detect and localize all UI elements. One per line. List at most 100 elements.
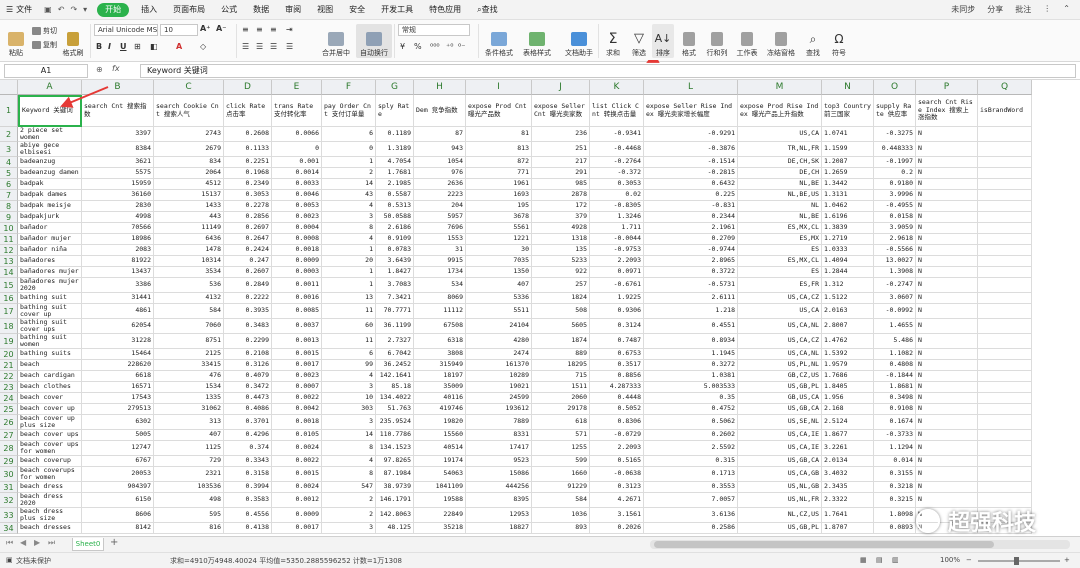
table-cell[interactable]: 8069 bbox=[414, 293, 466, 304]
table-cell[interactable]: 4928 bbox=[532, 223, 590, 234]
table-cell[interactable] bbox=[978, 319, 1032, 334]
table-cell[interactable]: 15137 bbox=[154, 190, 224, 201]
table-cell[interactable]: 0.3215 bbox=[874, 493, 916, 508]
table-cell[interactable]: 3.6439 bbox=[376, 256, 414, 267]
table-cell[interactable] bbox=[978, 179, 1032, 190]
table-cell[interactable]: 35218 bbox=[414, 523, 466, 534]
table-cell[interactable]: N bbox=[916, 360, 978, 371]
table-cell[interactable]: 547 bbox=[322, 482, 376, 493]
table-cell[interactable]: 0.2349 bbox=[224, 179, 272, 190]
table-cell[interactable]: 48.125 bbox=[376, 523, 414, 534]
table-cell[interactable]: 2064 bbox=[154, 168, 224, 179]
column-header[interactable]: I bbox=[466, 80, 532, 95]
table-cell[interactable] bbox=[978, 127, 1032, 142]
table-cell[interactable] bbox=[978, 304, 1032, 319]
table-cell[interactable]: -0.4468 bbox=[590, 142, 644, 157]
table-cell[interactable] bbox=[978, 415, 1032, 430]
column-header[interactable]: A bbox=[18, 80, 82, 95]
table-cell[interactable]: 1734 bbox=[414, 267, 466, 278]
table-cell[interactable]: US,CA,NL bbox=[738, 349, 822, 360]
header-cell[interactable]: Dem 竞争指数 bbox=[414, 95, 466, 127]
comment-button[interactable]: 批注 bbox=[1015, 4, 1031, 15]
table-cell[interactable]: 62054 bbox=[82, 319, 154, 334]
table-cell[interactable]: 228620 bbox=[82, 360, 154, 371]
table-cell[interactable]: N bbox=[916, 304, 978, 319]
table-cell[interactable]: 0.3701 bbox=[224, 415, 272, 430]
table-cell[interactable]: 6767 bbox=[82, 456, 154, 467]
sort-button[interactable]: A↓ 排序 bbox=[652, 24, 674, 58]
table-cell[interactable]: 4132 bbox=[154, 293, 224, 304]
row-header[interactable]: 21 bbox=[0, 360, 18, 371]
table-cell[interactable]: 1 bbox=[322, 267, 376, 278]
collapse-icon[interactable]: ⌃ bbox=[1063, 4, 1070, 15]
table-cell[interactable]: 18197 bbox=[414, 371, 466, 382]
table-cell[interactable]: 2636 bbox=[414, 179, 466, 190]
table-cell[interactable]: 2.6111 bbox=[644, 293, 738, 304]
header-cell[interactable]: expose Seller Cnt 曝光卖家数 bbox=[532, 95, 590, 127]
align-center-icon[interactable]: ☰ bbox=[256, 42, 263, 51]
table-cell[interactable]: beach cover bbox=[18, 393, 82, 404]
table-cell[interactable]: 2 bbox=[322, 493, 376, 508]
table-cell[interactable]: 3.9996 bbox=[874, 190, 916, 201]
table-cell[interactable]: 0.4752 bbox=[644, 404, 738, 415]
table-cell[interactable]: 5005 bbox=[82, 430, 154, 441]
table-cell[interactable]: 1.3908 bbox=[874, 267, 916, 278]
table-cell[interactable]: 31441 bbox=[82, 293, 154, 304]
table-cell[interactable]: 31062 bbox=[154, 404, 224, 415]
table-cell[interactable]: 7.3421 bbox=[376, 293, 414, 304]
table-cell[interactable]: -0.0044 bbox=[590, 234, 644, 245]
table-cell[interactable]: 1.1945 bbox=[644, 349, 738, 360]
table-cell[interactable]: 1660 bbox=[532, 467, 590, 482]
doc-helper-button[interactable]: 文档助手 bbox=[562, 24, 596, 58]
row-header[interactable]: 28 bbox=[0, 441, 18, 456]
table-cell[interactable] bbox=[978, 256, 1032, 267]
table-cell[interactable]: 1.711 bbox=[590, 223, 644, 234]
table-cell[interactable]: 2223 bbox=[414, 190, 466, 201]
clear-format-icon[interactable]: ◇ bbox=[200, 42, 206, 51]
table-cell[interactable]: 0.3498 bbox=[874, 393, 916, 404]
align-bottom-icon[interactable]: ≡ bbox=[270, 25, 277, 34]
row-header[interactable]: 5 bbox=[0, 168, 18, 179]
table-cell[interactable]: 476 bbox=[154, 371, 224, 382]
zoom-in-icon[interactable]: + bbox=[1064, 556, 1070, 564]
next-sheet-icon[interactable]: ▶ bbox=[34, 538, 40, 547]
fill-color-icon[interactable]: ◧ bbox=[150, 42, 158, 51]
table-cell[interactable]: 97.8265 bbox=[376, 456, 414, 467]
table-cell[interactable]: 5.003533 bbox=[644, 382, 738, 393]
header-cell[interactable]: click Rate 点击率 bbox=[224, 95, 272, 127]
scrollbar-thumb[interactable] bbox=[654, 541, 994, 548]
table-cell[interactable]: badpak dames bbox=[18, 190, 82, 201]
table-cell[interactable]: 0.0018 bbox=[272, 415, 322, 430]
table-cell[interactable]: 24599 bbox=[466, 393, 532, 404]
table-cell[interactable]: 1.3246 bbox=[590, 212, 644, 223]
table-cell[interactable]: 8331 bbox=[466, 430, 532, 441]
table-cell[interactable]: 0.5587 bbox=[376, 190, 414, 201]
table-cell[interactable]: 161370 bbox=[466, 360, 532, 371]
table-cell[interactable]: 2.2093 bbox=[590, 256, 644, 267]
table-cell[interactable]: 3.2261 bbox=[822, 441, 874, 456]
table-cell[interactable]: 0.9108 bbox=[874, 404, 916, 415]
table-cell[interactable]: US,CA,CZ bbox=[738, 334, 822, 349]
table-cell[interactable]: 1.0381 bbox=[644, 371, 738, 382]
column-header[interactable]: L bbox=[644, 80, 738, 95]
table-cell[interactable]: 1255 bbox=[532, 441, 590, 456]
row-header[interactable]: 1 bbox=[0, 95, 18, 127]
table-cell[interactable]: ES bbox=[738, 267, 822, 278]
table-cell[interactable]: beach dress 2020 bbox=[18, 493, 82, 508]
table-cell[interactable]: 419746 bbox=[414, 404, 466, 415]
table-cell[interactable]: 0.4079 bbox=[224, 371, 272, 382]
table-cell[interactable]: 30 bbox=[466, 245, 532, 256]
table-cell[interactable]: 0.0158 bbox=[874, 212, 916, 223]
table-cell[interactable]: 0.0009 bbox=[272, 508, 322, 523]
table-cell[interactable]: N bbox=[916, 256, 978, 267]
table-cell[interactable]: -0.3876 bbox=[644, 142, 738, 157]
table-cell[interactable]: 0.3218 bbox=[874, 482, 916, 493]
row-header[interactable]: 29 bbox=[0, 456, 18, 467]
protect-status[interactable]: 文档未保护 bbox=[16, 556, 51, 566]
table-cell[interactable]: beach cover up plus size bbox=[18, 415, 82, 430]
view-layout-icon[interactable]: ▤ bbox=[876, 556, 883, 564]
table-cell[interactable]: 0.3053 bbox=[224, 190, 272, 201]
table-cell[interactable]: 0.8934 bbox=[644, 334, 738, 349]
table-cell[interactable]: bañador bbox=[18, 223, 82, 234]
table-cell[interactable]: 1.7681 bbox=[376, 168, 414, 179]
